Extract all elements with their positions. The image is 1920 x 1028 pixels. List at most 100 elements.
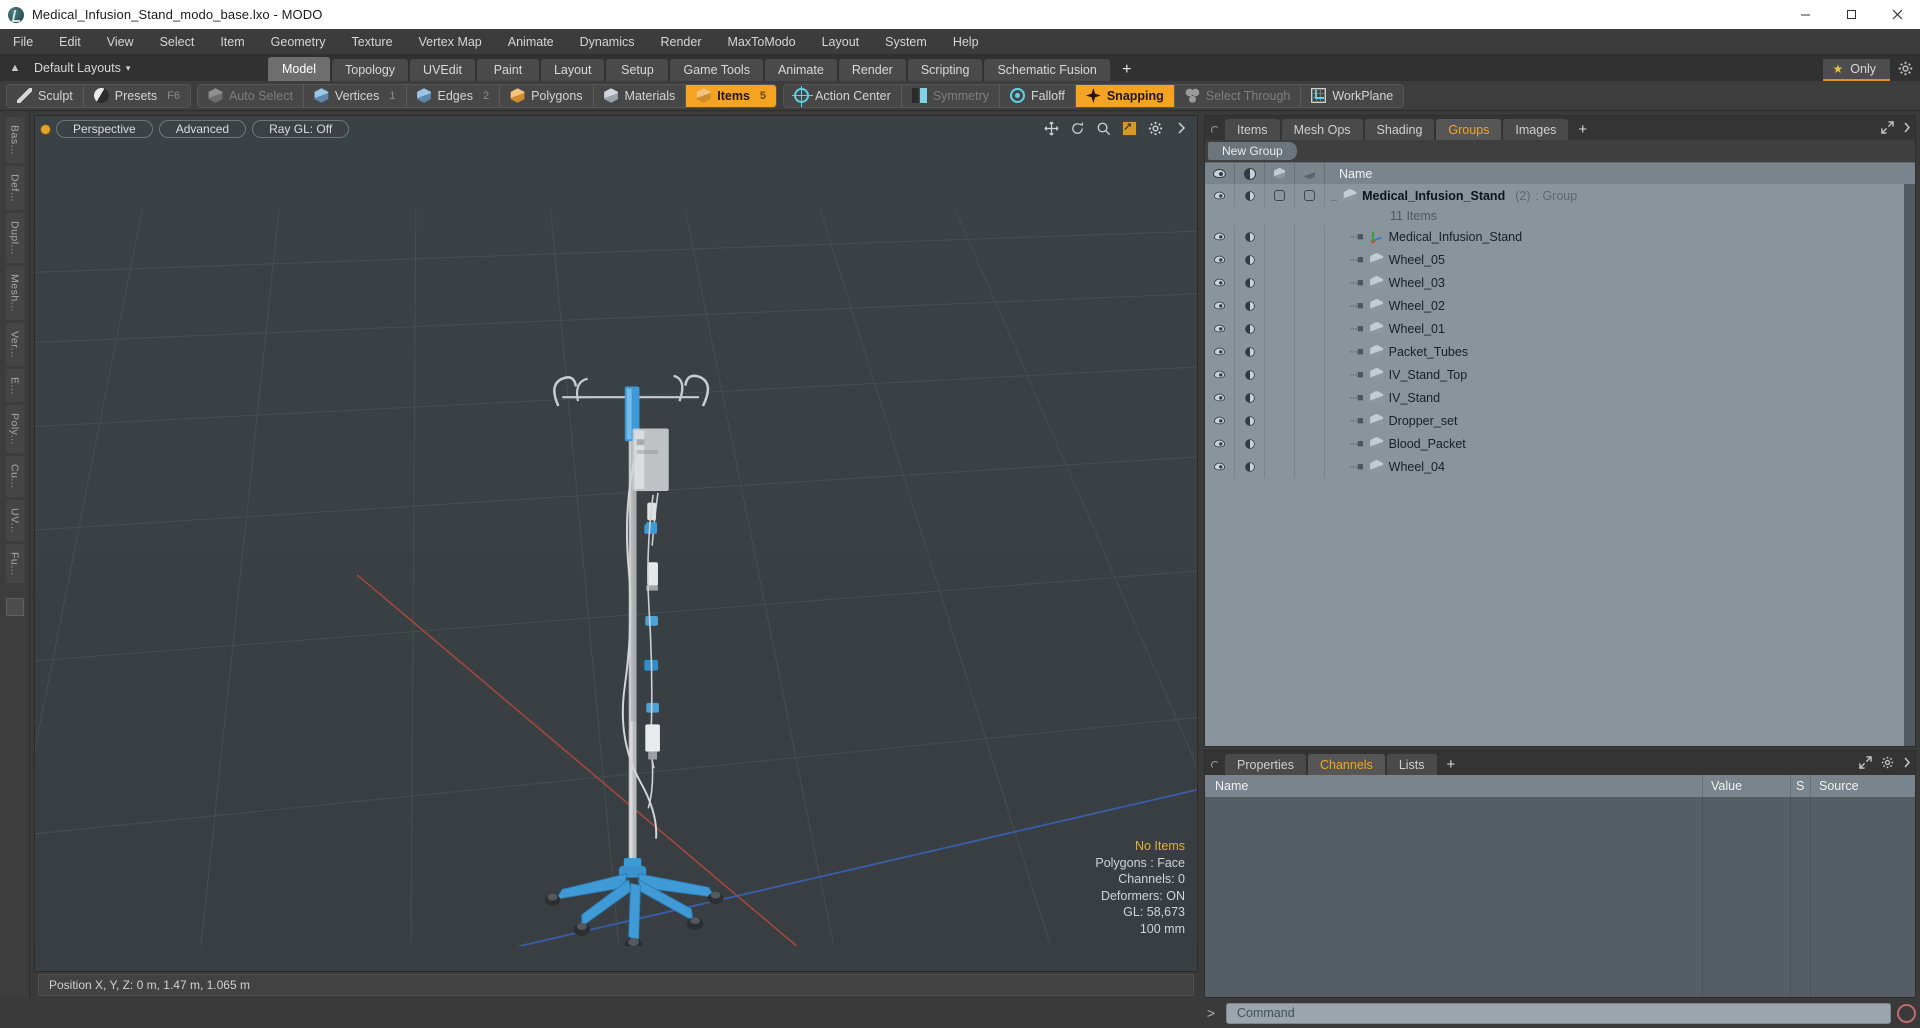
toolbar-symmetry-button[interactable]: Symmetry bbox=[900, 84, 999, 107]
layout-tab-schematic-fusion[interactable]: Schematic Fusion bbox=[984, 59, 1110, 81]
maximize-icon[interactable] bbox=[1828, 0, 1874, 29]
row-select-toggle[interactable] bbox=[1295, 409, 1325, 432]
list-item-name-cell[interactable]: ···■ Blood_Packet bbox=[1325, 437, 1466, 451]
menu-item-geometry[interactable]: Geometry bbox=[258, 29, 339, 55]
rail-tab-5[interactable]: E... bbox=[5, 368, 24, 403]
list-item-name-cell[interactable]: ···■ Medical_Infusion_Stand bbox=[1325, 230, 1522, 244]
rail-tab-1[interactable]: Def... bbox=[5, 165, 24, 210]
row-render-toggle[interactable] bbox=[1265, 317, 1295, 340]
menu-item-maxtomodo[interactable]: MaxToModo bbox=[715, 29, 809, 55]
panel-menu-dot-icon[interactable] bbox=[1211, 761, 1219, 769]
row-select-toggle[interactable] bbox=[1295, 340, 1325, 363]
list-item-name-cell[interactable]: ···■ Dropper_set bbox=[1325, 414, 1457, 428]
panel-tab-channels[interactable]: Channels bbox=[1307, 754, 1385, 775]
layout-tab-paint[interactable]: Paint bbox=[476, 59, 539, 81]
row-shade-toggle[interactable] bbox=[1235, 248, 1265, 271]
row-shade-toggle[interactable] bbox=[1235, 386, 1265, 409]
toolbar-sculpt-button[interactable]: Sculpt bbox=[7, 85, 83, 107]
row-shade-toggle[interactable] bbox=[1235, 455, 1265, 478]
row-select-toggle[interactable] bbox=[1295, 248, 1325, 271]
layout-tab-scripting[interactable]: Scripting bbox=[907, 59, 983, 81]
viewport-settings-icon[interactable] bbox=[1147, 120, 1163, 136]
list-item-name-cell[interactable]: ···■ Wheel_03 bbox=[1325, 276, 1445, 290]
row-shade-toggle[interactable] bbox=[1235, 317, 1265, 340]
gear-icon[interactable] bbox=[1881, 756, 1894, 772]
menu-item-animate[interactable]: Animate bbox=[495, 29, 567, 55]
list-item-name-cell[interactable]: ···■ Wheel_05 bbox=[1325, 253, 1445, 267]
menu-item-view[interactable]: View bbox=[94, 29, 147, 55]
row-select-toggle[interactable] bbox=[1295, 455, 1325, 478]
row-visibility-toggle[interactable] bbox=[1205, 455, 1235, 478]
fit-icon[interactable] bbox=[1121, 120, 1137, 136]
row-select-toggle[interactable] bbox=[1295, 432, 1325, 455]
new-group-button[interactable]: New Group bbox=[1208, 142, 1297, 160]
menu-item-render[interactable]: Render bbox=[648, 29, 715, 55]
viewport-raygl-pill[interactable]: Ray GL: Off bbox=[252, 120, 350, 138]
layout-tab-uvedit[interactable]: UVEdit bbox=[410, 59, 475, 81]
layout-tab-setup[interactable]: Setup bbox=[606, 59, 669, 81]
rail-tab-7[interactable]: Cu... bbox=[5, 456, 24, 498]
row-select-toggle[interactable] bbox=[1295, 294, 1325, 317]
list-item[interactable]: ···■ IV_Stand_Top bbox=[1205, 363, 1915, 386]
toolbar-items-button[interactable]: Items 5 bbox=[685, 84, 777, 107]
rail-tab-6[interactable]: Poly... bbox=[5, 405, 24, 454]
list-item-name-cell[interactable]: ···■ IV_Stand_Top bbox=[1325, 368, 1467, 382]
add-panel-tab-button[interactable]: + bbox=[1570, 119, 1595, 140]
row-render-toggle[interactable] bbox=[1265, 340, 1295, 363]
row-shade-toggle[interactable] bbox=[1235, 409, 1265, 432]
list-item[interactable]: ···■ Medical_Infusion_Stand bbox=[1205, 225, 1915, 248]
row-visibility-toggle[interactable] bbox=[1205, 184, 1235, 207]
panel-tab-properties[interactable]: Properties bbox=[1225, 754, 1306, 775]
chevron-right-icon[interactable] bbox=[1173, 120, 1189, 136]
row-select-toggle[interactable] bbox=[1295, 363, 1325, 386]
rail-tab-9[interactable]: Fu... bbox=[5, 543, 24, 584]
zoom-icon[interactable] bbox=[1095, 120, 1111, 136]
channels-table-body[interactable] bbox=[1205, 797, 1915, 997]
shade-icon[interactable] bbox=[1235, 162, 1265, 185]
chevron-right-icon[interactable] bbox=[1903, 122, 1911, 136]
menu-item-help[interactable]: Help bbox=[940, 29, 992, 55]
row-render-toggle[interactable] bbox=[1265, 294, 1295, 317]
row-render-toggle[interactable] bbox=[1265, 455, 1295, 478]
menu-item-file[interactable]: File bbox=[0, 29, 46, 55]
toolbar-edges-button[interactable]: Edges 2 bbox=[405, 84, 500, 107]
rail-tab-8[interactable]: UV... bbox=[5, 500, 24, 541]
list-item-name-cell[interactable]: ···■ Wheel_01 bbox=[1325, 322, 1445, 336]
row-render-toggle[interactable] bbox=[1265, 363, 1295, 386]
row-render-toggle[interactable] bbox=[1265, 271, 1295, 294]
rotate-icon[interactable] bbox=[1069, 120, 1085, 136]
row-select-toggle[interactable] bbox=[1295, 271, 1325, 294]
list-item-name-cell[interactable]: ···■ Wheel_02 bbox=[1325, 299, 1445, 313]
rail-tab-2[interactable]: Dupl... bbox=[5, 212, 24, 263]
row-shade-toggle[interactable] bbox=[1235, 271, 1265, 294]
rail-bottom-box[interactable] bbox=[5, 598, 24, 617]
list-item[interactable]: ···■ Blood_Packet bbox=[1205, 432, 1915, 455]
list-item[interactable]: ···■ Dropper_set bbox=[1205, 409, 1915, 432]
toolbar-presets-button[interactable]: Presets F6 bbox=[82, 84, 190, 107]
list-item[interactable]: ···■ Wheel_05 bbox=[1205, 248, 1915, 271]
3d-viewport[interactable]: Perspective Advanced Ray GL: Off No Item… bbox=[34, 115, 1198, 972]
row-visibility-toggle[interactable] bbox=[1205, 248, 1235, 271]
viewport-menu-dot-icon[interactable] bbox=[41, 124, 50, 134]
chevron-right-icon[interactable] bbox=[1903, 757, 1911, 771]
menu-item-layout[interactable]: Layout bbox=[809, 29, 873, 55]
panel-tab-lists[interactable]: Lists bbox=[1386, 754, 1437, 775]
menu-item-edit[interactable]: Edit bbox=[46, 29, 94, 55]
command-input[interactable]: Command bbox=[1226, 1002, 1891, 1024]
list-item[interactable]: ···■ Packet_Tubes bbox=[1205, 340, 1915, 363]
row-render-toggle[interactable] bbox=[1265, 225, 1295, 248]
minimize-icon[interactable] bbox=[1782, 0, 1828, 29]
row-render-toggle[interactable] bbox=[1265, 184, 1295, 207]
groups-list-body[interactable]: _ Medical_Infusion_Stand (2): Group 11 Item… bbox=[1205, 184, 1915, 746]
layout-tab-animate[interactable]: Animate bbox=[764, 59, 837, 81]
record-icon[interactable] bbox=[1897, 1003, 1916, 1023]
layout-tab-game-tools[interactable]: Game Tools bbox=[670, 59, 763, 81]
visibility-eye-icon[interactable] bbox=[1205, 162, 1235, 185]
panel-tab-items[interactable]: Items bbox=[1225, 119, 1280, 140]
list-item[interactable]: ···■ Wheel_02 bbox=[1205, 294, 1915, 317]
list-item[interactable]: ···■ Wheel_04 bbox=[1205, 455, 1915, 478]
panel-tab-shading[interactable]: Shading bbox=[1364, 119, 1435, 140]
default-layouts-selector[interactable]: ▲ Default Layouts ▾ bbox=[0, 55, 268, 81]
toolbar-falloff-button[interactable]: Falloff bbox=[999, 84, 1075, 107]
row-render-toggle[interactable] bbox=[1265, 248, 1295, 271]
